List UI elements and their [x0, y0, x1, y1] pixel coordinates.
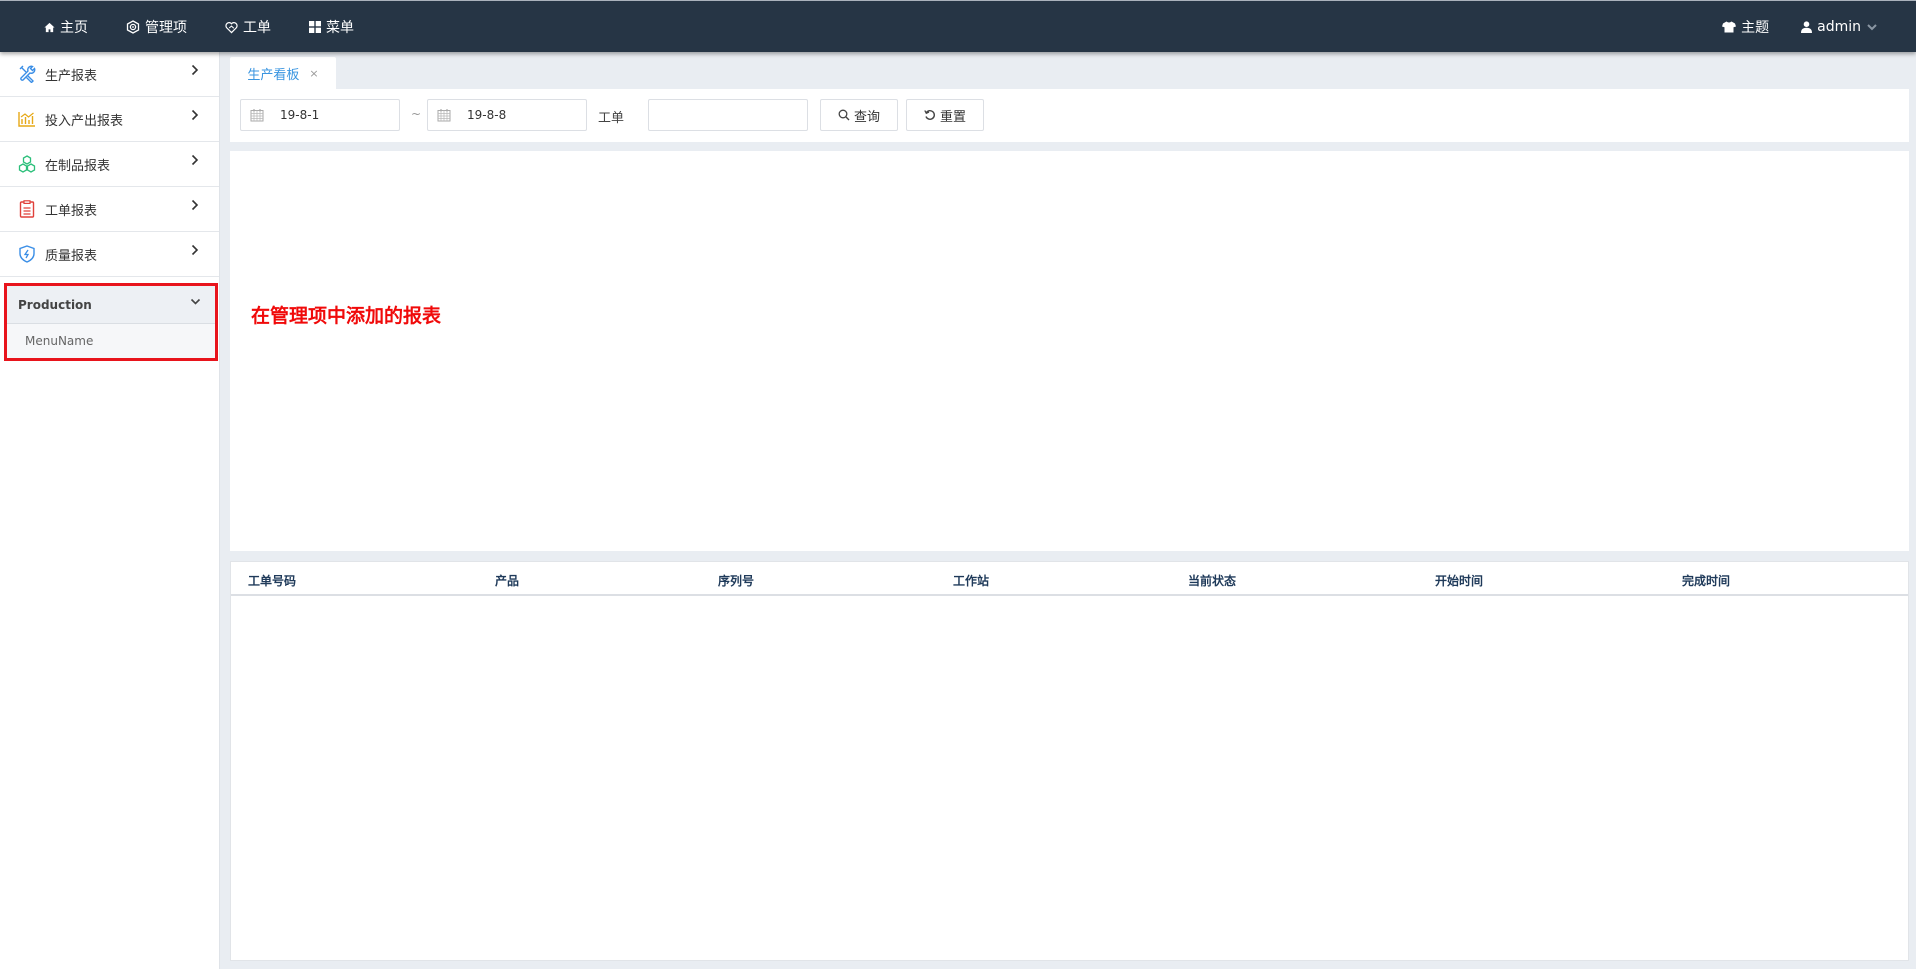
sidebar-item-label: 工单报表	[45, 203, 98, 219]
nav-menu-label: 菜单	[326, 20, 354, 36]
user-menu[interactable]: admin	[1801, 19, 1882, 35]
nav-home-label: 主页	[60, 20, 88, 36]
highlight-box: Production MenuName	[4, 283, 218, 361]
chevron-right-icon	[191, 64, 199, 76]
sidebar-item-label: 生产报表	[45, 68, 98, 84]
nav-home[interactable]: 主页	[44, 17, 88, 37]
tshirt-icon	[1722, 21, 1737, 33]
chevron-right-icon	[191, 154, 199, 166]
sidebar: 生产报表 投入产出报表 在制品报表 工单报表 质量报表 Production M…	[0, 52, 220, 969]
theme-button[interactable]: 主题	[1722, 17, 1769, 37]
sidebar-item-label: 在制品报表	[45, 158, 111, 174]
tab-production-board[interactable]: 生产看板 ×	[230, 57, 336, 89]
chevron-right-icon	[191, 199, 199, 211]
nav-workorder[interactable]: 工单	[225, 17, 271, 37]
heart-handshake-icon	[225, 21, 238, 33]
report-chart-area: 在管理项中添加的报表	[230, 151, 1909, 551]
sidebar-group-label: Production	[18, 297, 92, 312]
end-date-value: 19-8-8	[467, 108, 507, 122]
grid-icon	[309, 21, 321, 33]
query-label: 查询	[853, 109, 880, 125]
tab-label: 生产看板	[247, 67, 300, 83]
calendar-icon	[437, 109, 451, 122]
sidebar-item-label: 投入产出报表	[45, 113, 124, 129]
sidebar-item-workorder-report[interactable]: 工单报表	[0, 187, 219, 232]
calendar-icon	[250, 109, 264, 122]
annotation-text: 在管理项中添加的报表	[251, 305, 442, 327]
sidebar-item-production-report[interactable]: 生产报表	[0, 52, 219, 97]
top-navbar: 主页 管理项 工单 菜单 主题 admin	[0, 0, 1916, 52]
column-header-finish-time[interactable]: 完成时间	[1682, 572, 1730, 589]
clipboard-icon	[17, 199, 37, 219]
nav-workorder-label: 工单	[243, 20, 271, 36]
chevron-down-icon	[190, 298, 201, 305]
column-header-serial-no[interactable]: 序列号	[718, 572, 754, 589]
column-header-workstation[interactable]: 工作站	[953, 572, 989, 589]
query-button[interactable]: 查询	[820, 99, 898, 131]
sidebar-item-wip-report[interactable]: 在制品报表	[0, 142, 219, 187]
date-separator: ~	[411, 107, 422, 121]
workorder-table: 工单号码 产品 序列号 工作站 当前状态 开始时间 完成时间	[230, 561, 1909, 961]
shield-icon	[17, 244, 37, 264]
workorder-label: 工单	[598, 111, 625, 126]
table-header: 工单号码 产品 序列号 工作站 当前状态 开始时间 完成时间	[231, 562, 1908, 596]
nav-management-label: 管理项	[145, 20, 187, 36]
column-header-product[interactable]: 产品	[495, 572, 519, 589]
start-date-input[interactable]: 19-8-1	[240, 99, 400, 131]
nav-menu[interactable]: 菜单	[309, 17, 354, 37]
reset-button[interactable]: 重置	[906, 99, 984, 131]
filter-toolbar: 19-8-1 ~ 19-8-8 工单 查询 重置	[230, 89, 1909, 142]
nav-management[interactable]: 管理项	[126, 17, 187, 37]
column-header-workorder-no[interactable]: 工单号码	[248, 572, 296, 589]
reset-label: 重置	[939, 109, 966, 125]
chevron-down-icon	[1867, 23, 1877, 30]
sidebar-subitem-label: MenuName	[25, 334, 94, 348]
settings-hex-icon	[126, 20, 140, 34]
sidebar-item-input-output-report[interactable]: 投入产出报表	[0, 97, 219, 142]
start-date-value: 19-8-1	[280, 108, 320, 122]
chevron-right-icon	[191, 109, 199, 121]
end-date-input[interactable]: 19-8-8	[427, 99, 587, 131]
main-nav: 主页 管理项 工单 菜单	[44, 1, 392, 53]
bar-chart-icon	[17, 109, 37, 129]
close-icon[interactable]: ×	[309, 67, 318, 80]
sidebar-item-quality-report[interactable]: 质量报表	[0, 232, 219, 277]
column-header-status[interactable]: 当前状态	[1188, 572, 1236, 589]
user-nav: 主题 admin	[1690, 1, 1882, 53]
column-header-start-time[interactable]: 开始时间	[1435, 572, 1483, 589]
cubes-icon	[17, 154, 37, 174]
refresh-icon	[924, 109, 935, 120]
chevron-right-icon	[191, 244, 199, 256]
tools-icon	[17, 64, 37, 84]
sidebar-subitem-menuname[interactable]: MenuName	[7, 324, 215, 358]
search-icon	[838, 109, 850, 121]
sidebar-item-label: 质量报表	[45, 248, 98, 264]
user-name: admin	[1817, 19, 1861, 35]
workorder-input[interactable]	[648, 99, 808, 131]
sidebar-group-production[interactable]: Production	[7, 286, 215, 324]
user-icon	[1801, 21, 1813, 33]
theme-label: 主题	[1741, 20, 1770, 36]
home-icon	[44, 22, 55, 32]
